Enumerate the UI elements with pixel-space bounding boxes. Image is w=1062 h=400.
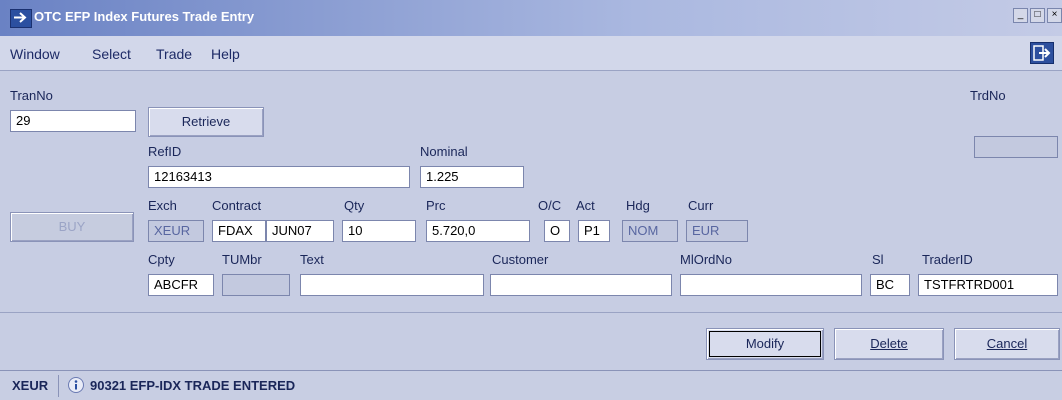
window-title: OTC EFP Index Futures Trade Entry [34,9,255,24]
prc-input[interactable]: 5.720,0 [426,220,530,242]
customer-label: Customer [492,252,549,267]
arrow-right-icon [10,9,32,28]
tumbr-field [222,274,290,296]
prc-label: Prc [426,198,446,213]
close-button[interactable]: × [1047,8,1062,23]
sl-input[interactable]: BC [870,274,910,296]
menu-help[interactable]: Help [211,46,240,62]
menu-select[interactable]: Select [92,46,131,62]
trade-form: TranNo 29 Retrieve TrdNo RefID 12163413 … [8,80,1062,310]
cancel-button[interactable]: Cancel [954,328,1060,360]
window-controls: _ □ × [1013,8,1062,23]
curr-label: Curr [688,198,714,213]
info-icon [68,377,84,393]
exch-label: Exch [148,198,177,213]
status-separator [58,375,59,397]
modify-button[interactable]: Modify [706,328,824,360]
hdg-label: Hdg [626,198,650,213]
status-message: 90321 EFP-IDX TRADE ENTERED [90,378,296,393]
tumbr-label: TUMbr [222,252,262,267]
contract-month-input[interactable]: JUN07 [266,220,334,242]
traderid-input[interactable]: TSTFRTRD001 [918,274,1058,296]
status-exchange-code: XEUR [12,378,49,393]
nominal-input[interactable]: 1.225 [420,166,524,188]
menu-bar: Window Select Trade Help [0,36,1062,71]
menu-trade[interactable]: Trade [156,46,192,62]
act-label: Act [576,198,595,213]
menu-window[interactable]: Window [10,46,60,62]
qty-input[interactable]: 10 [342,220,416,242]
qty-label: Qty [344,198,365,213]
status-bar: XEUR 90321 EFP-IDX TRADE ENTERED [0,370,1062,400]
mlordno-input[interactable] [680,274,862,296]
text-input[interactable] [300,274,484,296]
cpty-input[interactable]: ABCFR [148,274,214,296]
trade-entry-window: OTC EFP Index Futures Trade Entry _ □ × … [0,0,1062,400]
oc-input[interactable]: O [544,220,570,242]
oc-label: O/C [538,198,562,213]
retrieve-button[interactable]: Retrieve [148,107,264,137]
text-label: Text [300,252,324,267]
contract-label: Contract [212,198,262,213]
hdg-field: NOM [622,220,678,242]
maximize-button[interactable]: □ [1030,8,1045,23]
mlordno-label: MlOrdNo [680,252,733,267]
minimize-button[interactable]: _ [1013,8,1028,23]
act-input[interactable]: P1 [578,220,610,242]
tranno-label: TranNo [10,88,53,103]
trdno-label: TrdNo [970,88,1006,103]
trdno-field [974,136,1058,158]
contract-product-input[interactable]: FDAX [212,220,266,242]
delete-button[interactable]: Delete [834,328,944,360]
refid-input[interactable]: 12163413 [148,166,410,188]
refid-label: RefID [148,144,182,159]
exit-door-icon[interactable] [1030,42,1054,64]
traderid-label: TraderID [922,252,973,267]
customer-input[interactable] [490,274,672,296]
buy-button[interactable]: BUY [10,212,134,242]
sl-label: Sl [872,252,884,267]
cpty-label: Cpty [148,252,175,267]
nominal-label: Nominal [420,144,468,159]
exch-field: XEUR [148,220,204,242]
curr-field: EUR [686,220,748,242]
tranno-input[interactable]: 29 [10,110,136,132]
action-button-bar: Modify Delete Cancel [0,312,1062,365]
title-bar: OTC EFP Index Futures Trade Entry _ □ × [0,0,1062,36]
